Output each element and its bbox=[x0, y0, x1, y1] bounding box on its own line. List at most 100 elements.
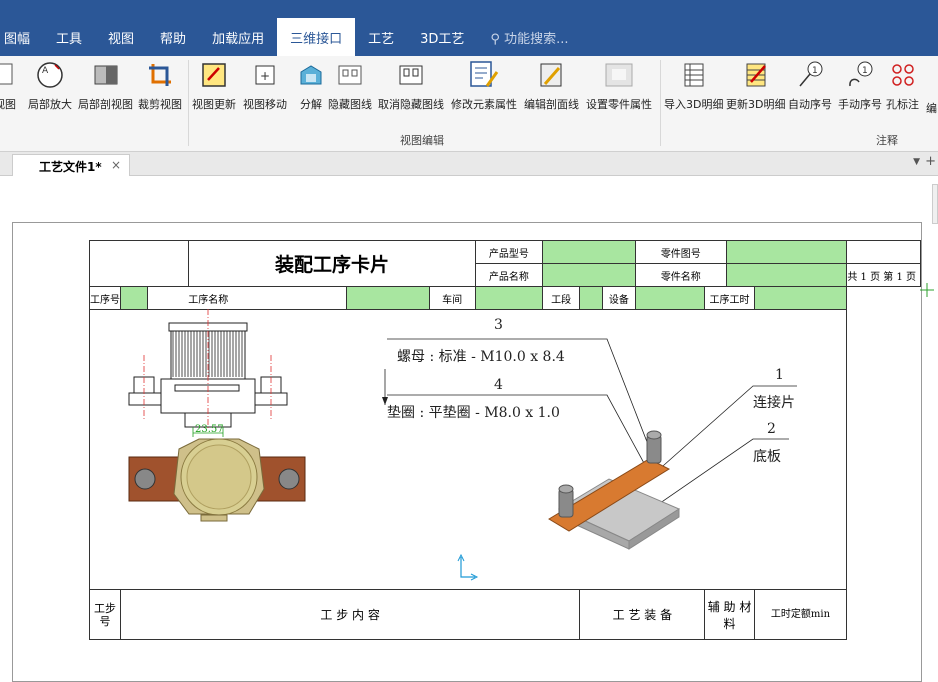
tool-view[interactable]: 视图 bbox=[0, 60, 16, 112]
tool-edit-cut[interactable]: 编 bbox=[926, 60, 937, 116]
product-model-label: 产品型号 bbox=[474, 240, 544, 264]
tool-modify-attr[interactable]: 修改元素属性 bbox=[451, 60, 517, 112]
tool-view-update[interactable]: 视图更新 bbox=[192, 60, 236, 112]
part-name-label: 零件名称 bbox=[634, 263, 727, 287]
card-title: 装配工序卡片 bbox=[188, 240, 476, 287]
part-attr-icon bbox=[605, 63, 633, 87]
menu-view[interactable]: 视图 bbox=[95, 18, 147, 58]
menu-process[interactable]: 工艺 bbox=[355, 18, 407, 58]
product-model-field[interactable] bbox=[542, 240, 636, 264]
drawing-canvas[interactable]: 装配工序卡片 产品型号 零件图号 产品名称 零件名称 共 1 页 第 1 页 工… bbox=[0, 176, 938, 682]
document-tab[interactable]: 工艺文件1* × bbox=[12, 154, 130, 176]
group-label-view-edit: 视图编辑 bbox=[400, 134, 444, 147]
step-content-header: 工 步 内 容 bbox=[120, 589, 581, 640]
equipment-field[interactable] bbox=[634, 286, 706, 310]
process-equip-header: 工 艺 装 备 bbox=[579, 589, 706, 640]
balloon-1-number: 1 bbox=[775, 367, 784, 383]
crosshair-icon[interactable] bbox=[920, 282, 934, 297]
assembly-drawing: 23.57 3 螺母 : 标准 - M10.0 x 8.4 4 垫圈 : 平垫圈… bbox=[128, 309, 797, 581]
tool-update-3d-bom[interactable]: 更新3D明细 bbox=[726, 60, 785, 112]
product-name-label: 产品名称 bbox=[474, 263, 544, 287]
section-field[interactable] bbox=[579, 286, 604, 310]
workshop-field[interactable] bbox=[474, 286, 544, 310]
part-no-field[interactable] bbox=[725, 240, 848, 264]
partial-zoom-icon: A bbox=[37, 62, 63, 88]
import-bom-icon bbox=[684, 63, 704, 87]
page-counter: 共 1 页 第 1 页 bbox=[846, 263, 921, 287]
balloon-2-number: 2 bbox=[767, 421, 776, 437]
section-view-icon bbox=[94, 65, 117, 85]
view-update-icon bbox=[202, 63, 226, 87]
balloon-4-text: 垫圈 : 平垫圈 - M8.0 x 1.0 bbox=[387, 405, 560, 421]
tool-edit-hatch[interactable]: 编辑剖面线 bbox=[524, 60, 579, 112]
product-name-field[interactable] bbox=[542, 263, 636, 287]
tool-explode[interactable]: 分解 bbox=[296, 60, 326, 112]
menu-bar: 图幅 工具 视图 帮助 加载应用 三维接口 工艺 3D工艺 ⚲ 功能搜索... bbox=[0, 0, 938, 58]
feature-search-label: 功能搜索... bbox=[504, 32, 569, 47]
tool-hide-lines[interactable]: 隐藏图线 bbox=[328, 60, 372, 112]
tool-hole-annotation[interactable]: 孔标注 bbox=[886, 60, 919, 112]
proc-name-field[interactable] bbox=[345, 286, 430, 310]
chevron-down-icon[interactable]: ▼ bbox=[913, 157, 920, 167]
drawing-sheet: 装配工序卡片 产品型号 零件图号 产品名称 零件名称 共 1 页 第 1 页 工… bbox=[12, 222, 922, 682]
side-panel-handle[interactable] bbox=[932, 184, 938, 224]
tool-unhide-lines[interactable]: 取消隐藏图线 bbox=[378, 60, 444, 112]
tool-manual-balloon[interactable]: 1 手动序号 bbox=[838, 60, 882, 112]
crop-view-icon bbox=[149, 64, 171, 86]
tool-import-3d-bom[interactable]: 导入3D明细 bbox=[664, 60, 723, 112]
menu-3d-interface[interactable]: 三维接口 bbox=[277, 18, 356, 58]
svg-text:+: + bbox=[260, 69, 270, 83]
modify-attr-icon bbox=[470, 61, 499, 87]
logo-cell bbox=[88, 240, 190, 287]
dimension-text: 23.57 bbox=[195, 424, 224, 435]
feature-search[interactable]: ⚲ 功能搜索... bbox=[477, 18, 581, 58]
explode-icon bbox=[300, 65, 322, 85]
update-bom-icon bbox=[746, 63, 766, 87]
svg-text:A: A bbox=[42, 66, 49, 76]
step-no-header: 工步号 bbox=[88, 589, 122, 640]
proc-no-field[interactable] bbox=[120, 286, 149, 310]
menu-frame[interactable]: 图幅 bbox=[0, 18, 43, 58]
document-tab-bar: 工艺文件1* × ▼ + bbox=[0, 152, 938, 176]
close-icon[interactable]: × bbox=[111, 158, 121, 172]
tool-auto-balloon[interactable]: 1 自动序号 bbox=[788, 60, 832, 112]
section-label: 工段 bbox=[542, 286, 581, 310]
top-view bbox=[128, 438, 306, 522]
workshop-label: 车间 bbox=[428, 286, 476, 310]
balloon-1-text: 连接片 bbox=[753, 394, 795, 411]
menu-items: 图幅 工具 视图 帮助 加载应用 三维接口 工艺 3D工艺 ⚲ 功能搜索... bbox=[0, 18, 581, 58]
edit-hatch-icon bbox=[540, 63, 561, 87]
tool-part-attr[interactable]: 设置零件属性 bbox=[586, 60, 652, 112]
tool-view-move[interactable]: + 视图移动 bbox=[243, 60, 287, 112]
balloon-3-text: 螺母 : 标准 - M10.0 x 8.4 bbox=[397, 349, 565, 365]
proc-time-field[interactable] bbox=[753, 286, 848, 310]
view-icon bbox=[0, 63, 13, 85]
tool-crop-view[interactable]: 裁剪视图 bbox=[138, 60, 182, 112]
menu-3d-process[interactable]: 3D工艺 bbox=[407, 18, 477, 58]
manual-balloon-icon: 1 bbox=[849, 61, 873, 87]
part-name-field[interactable] bbox=[725, 263, 848, 287]
tool-section-view[interactable]: 局部剖视图 bbox=[78, 60, 133, 112]
proc-no-label: 工序号 bbox=[88, 286, 122, 310]
document-tab-label: 工艺文件1* bbox=[39, 160, 102, 174]
menu-help[interactable]: 帮助 bbox=[147, 18, 199, 58]
isometric-view bbox=[548, 430, 681, 550]
ribbon-separator bbox=[188, 60, 189, 146]
group-label-annotation: 注释 bbox=[876, 134, 898, 147]
pin-icon[interactable]: + bbox=[925, 154, 936, 169]
balloon-2-text: 底板 bbox=[753, 449, 781, 465]
menu-load-app[interactable]: 加载应用 bbox=[199, 18, 277, 58]
proc-time-label: 工序工时 bbox=[704, 286, 755, 310]
unhide-lines-icon bbox=[399, 65, 423, 85]
svg-text:1: 1 bbox=[812, 66, 818, 76]
proc-name-label: 工序名称 bbox=[147, 286, 347, 310]
aux-material-header: 辅 助 材 料 bbox=[704, 589, 755, 640]
ribbon: 视图 A 局部放大 局部剖视图 裁剪视图 视图更新 + 视图移动 分解 隐藏图线… bbox=[0, 56, 938, 152]
equipment-label: 设备 bbox=[602, 286, 636, 310]
tool-partial-zoom[interactable]: A 局部放大 bbox=[28, 60, 72, 112]
auto-balloon-icon: 1 bbox=[799, 61, 823, 87]
hide-lines-icon bbox=[338, 65, 362, 85]
balloon-3-number: 3 bbox=[494, 317, 503, 333]
balloon-labels: 3 螺母 : 标准 - M10.0 x 8.4 4 垫圈 : 平垫圈 - M8.… bbox=[382, 317, 797, 520]
menu-tools[interactable]: 工具 bbox=[43, 18, 95, 58]
